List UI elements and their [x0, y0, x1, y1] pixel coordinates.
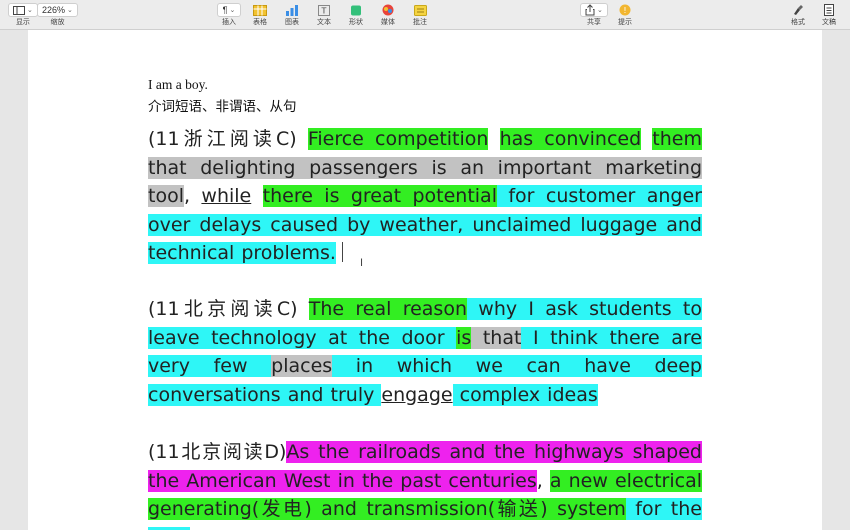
highlight-verb: is — [456, 326, 472, 349]
shape-label: 形状 — [349, 19, 363, 26]
highlight-subject: Fierce competition — [307, 128, 489, 150]
paragraph-2[interactable]: (11北京阅读C) The real reason why I ask stud… — [148, 295, 703, 409]
paintbrush-icon — [786, 3, 810, 17]
share-button[interactable]: ⌄ 共享 — [580, 3, 608, 27]
svg-text:!: ! — [623, 6, 626, 15]
document-icon — [817, 3, 841, 17]
table-icon — [248, 3, 272, 17]
document-label: 文稿 — [822, 19, 836, 26]
chart-label: 图表 — [285, 19, 299, 26]
paragraph-1[interactable]: (11浙江阅读C) Fierce competition has convinc… — [148, 125, 702, 268]
text-caret — [341, 242, 343, 262]
table-button[interactable]: 表格 — [248, 3, 272, 27]
shape-icon — [344, 3, 368, 17]
media-label: 媒体 — [381, 19, 395, 26]
text-label: 文本 — [317, 19, 331, 26]
chart-icon — [280, 3, 304, 17]
highlight-object: them — [652, 128, 702, 150]
comment-label: 批注 — [413, 19, 427, 26]
tips-button[interactable]: ! 提示 — [613, 3, 637, 27]
source-tag: (11北京阅读D) — [148, 441, 287, 463]
text-segment: , — [183, 185, 202, 207]
text-segment: , — [536, 469, 550, 492]
zoom-value: 226% ⌄ — [37, 3, 78, 17]
text-button[interactable]: T 文本 — [312, 3, 336, 27]
document-area[interactable]: I am a boy. 介词短语、非谓语、从句 (11浙江阅读C) Fierce… — [0, 30, 850, 530]
insert-button[interactable]: ¶ ⌄ 插入 — [217, 3, 241, 27]
lightbulb-icon: ! — [613, 3, 637, 17]
paragraph-icon: ¶ ⌄ — [217, 3, 241, 17]
intro-line-2: 介词短语、非谓语、从句 — [148, 99, 297, 114]
source-tag: (11北京阅读C) — [148, 298, 309, 320]
zoom-label: 缩放 — [50, 19, 65, 26]
document-button[interactable]: 文稿 — [817, 3, 841, 27]
paragraph-3[interactable]: (11北京阅读D)As the railroads and the highwa… — [148, 438, 702, 530]
share-icon: ⌄ — [580, 3, 608, 17]
tips-label: 提示 — [618, 19, 632, 26]
table-label: 表格 — [253, 19, 267, 26]
source-tag: (11浙江阅读C) — [148, 128, 308, 150]
chart-button[interactable]: 图表 — [280, 3, 304, 27]
comment-button[interactable]: 批注 — [408, 3, 432, 27]
sidebar-icon: ⌄ — [8, 3, 38, 17]
format-button[interactable]: 格式 — [786, 3, 810, 27]
share-label: 共享 — [586, 19, 601, 26]
highlight-noun: places — [271, 355, 333, 377]
intro-line-1: I am a boy. — [148, 77, 208, 92]
highlight-verb: has convinced — [499, 128, 642, 150]
comment-icon — [408, 3, 432, 17]
highlight-conjunction: that — [471, 326, 522, 349]
document-page[interactable]: I am a boy. 介词短语、非谓语、从句 (11浙江阅读C) Fierce… — [28, 30, 822, 530]
format-label: 格式 — [791, 19, 805, 26]
text-icon: T — [312, 3, 336, 17]
insert-label: 插入 — [222, 19, 236, 26]
highlight-subject: The real reason — [308, 298, 467, 320]
svg-text:T: T — [321, 6, 327, 15]
view-label: 显示 — [15, 19, 30, 26]
underlined-verb: engage — [381, 383, 453, 406]
underlined-conjunction: while — [201, 185, 252, 207]
shape-button[interactable]: 形状 — [344, 3, 368, 27]
toolbar: ⌄ 显示 226% ⌄ 缩放 ¶ ⌄ 插入 表格 图表 T 文本 形状 媒体 批… — [0, 0, 850, 30]
view-menu[interactable]: ⌄ 显示 — [8, 3, 38, 27]
highlight-phrase: complex ideas — [452, 383, 598, 406]
zoom-menu[interactable]: 226% ⌄ 缩放 — [37, 3, 78, 27]
highlight-clause: there is great potential — [262, 185, 497, 207]
media-icon — [376, 3, 400, 17]
media-button[interactable]: 媒体 — [376, 3, 400, 27]
ibeam-cursor-icon: I — [360, 257, 364, 269]
